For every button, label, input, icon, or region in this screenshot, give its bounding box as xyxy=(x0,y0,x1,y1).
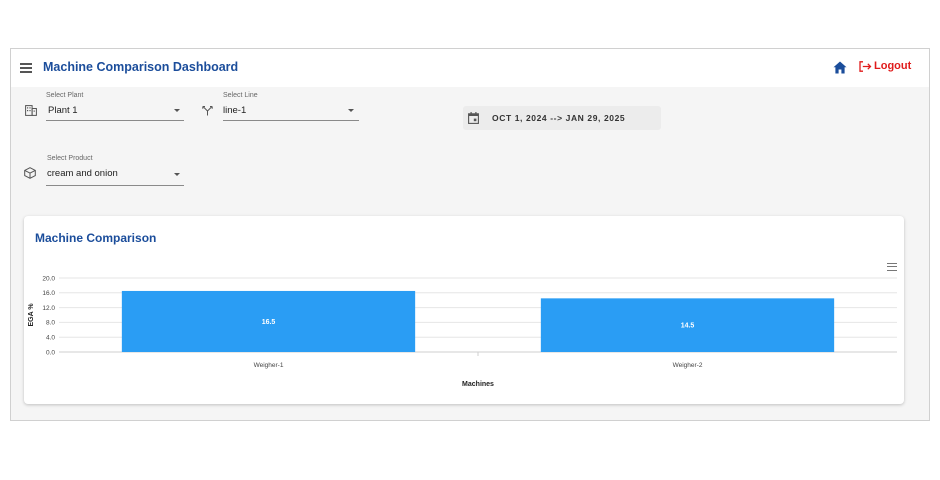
building-icon xyxy=(25,105,37,116)
product-select-value: cream and onion xyxy=(47,168,118,179)
underline xyxy=(223,120,359,121)
app-frame: Machine Comparison Dashboard Logout Sele… xyxy=(10,48,930,421)
home-icon[interactable] xyxy=(833,61,847,74)
card-title: Machine Comparison xyxy=(35,231,157,245)
chevron-down-icon xyxy=(174,109,180,112)
machine-comparison-card: Machine Comparison 0.0 4.0 8.0 12.0 16.0 20.0… xyxy=(24,216,904,404)
page-title: Machine Comparison Dashboard xyxy=(43,60,239,74)
chevron-down-icon xyxy=(174,173,180,176)
calendar-icon xyxy=(468,112,479,124)
y-tick-label: 4.0 xyxy=(46,335,55,342)
logout-button[interactable]: Logout xyxy=(859,60,911,72)
plant-select-value: Plant 1 xyxy=(48,105,78,116)
app-header: Machine Comparison Dashboard Logout xyxy=(11,49,929,87)
bar-data-label: 14.5 xyxy=(681,323,695,330)
chevron-down-icon xyxy=(348,109,354,112)
y-axis-title: EGA % xyxy=(28,303,35,327)
y-tick-label: 12.0 xyxy=(42,305,55,312)
bar-chart: 0.0 4.0 8.0 12.0 16.0 20.0 16.5 Weigher-1 14.5 We… xyxy=(28,275,897,388)
x-axis-title: Machines xyxy=(462,381,494,388)
y-tick-label: 16.0 xyxy=(42,290,55,297)
date-range-picker[interactable]: OCT 1, 2024 --> JAN 29, 2025 xyxy=(463,106,661,130)
x-tick-label: Weigher-2 xyxy=(673,362,703,369)
date-range-text: OCT 1, 2024 --> JAN 29, 2025 xyxy=(492,113,626,123)
logout-icon xyxy=(859,60,872,72)
product-select-label: Select Product xyxy=(47,155,93,162)
plant-select[interactable]: Select Plant Plant 1 xyxy=(24,92,184,122)
bar-data-label: 16.5 xyxy=(262,319,276,326)
fork-icon xyxy=(202,106,213,116)
underline xyxy=(46,120,184,121)
package-icon xyxy=(24,167,36,179)
line-select-value: line-1 xyxy=(223,105,247,116)
line-select[interactable]: Select Line line-1 xyxy=(201,92,361,122)
y-tick-label: 0.0 xyxy=(46,349,55,356)
plant-select-label: Select Plant xyxy=(46,92,84,99)
product-select[interactable]: Select Product cream and onion xyxy=(24,155,184,187)
y-tick-label: 8.0 xyxy=(46,320,55,327)
y-tick-label: 20.0 xyxy=(42,275,55,282)
x-tick-label: Weigher-1 xyxy=(254,362,284,369)
hamburger-menu-icon[interactable] xyxy=(20,63,32,73)
underline xyxy=(46,185,184,186)
line-select-label: Select Line xyxy=(223,92,258,99)
logout-label: Logout xyxy=(874,60,912,72)
